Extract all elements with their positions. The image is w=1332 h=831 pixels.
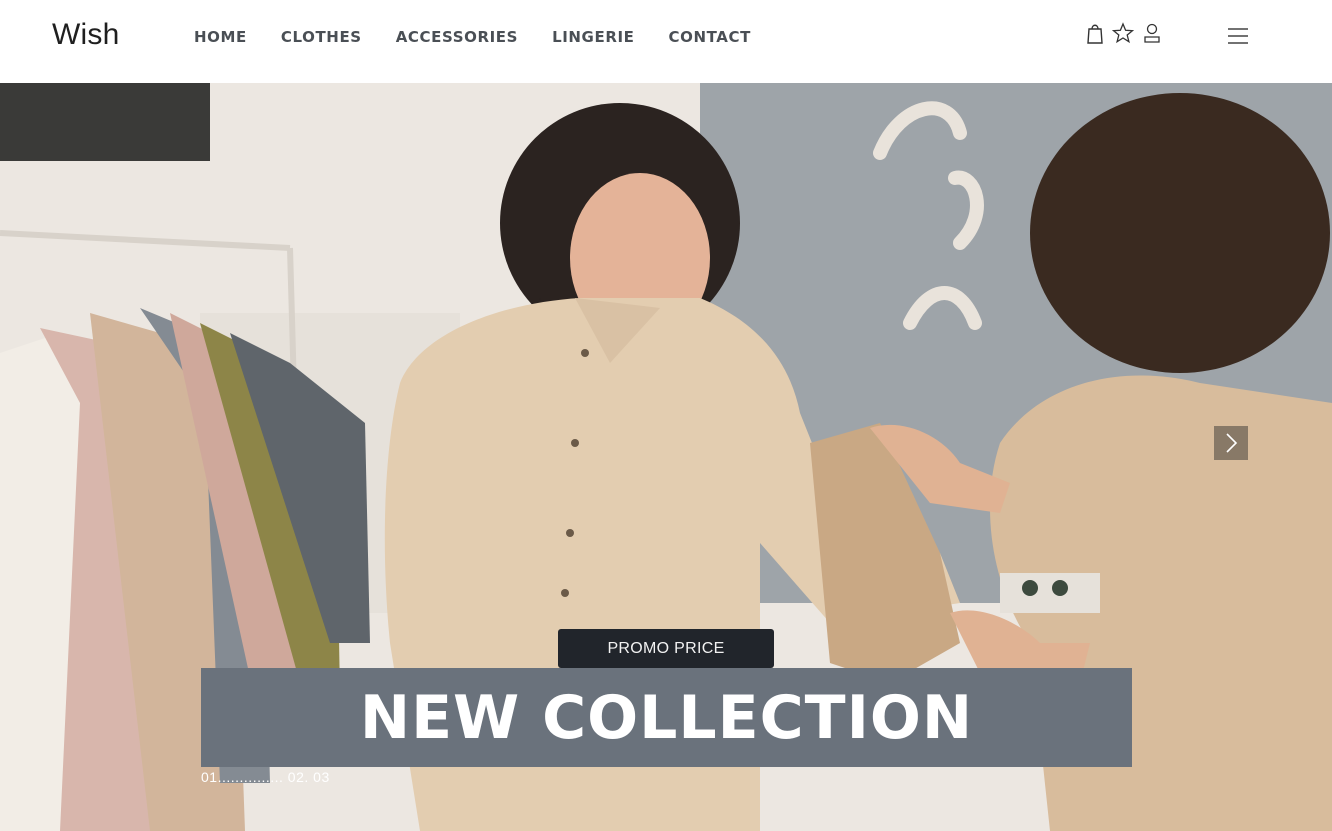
chevron-right-icon [1226, 433, 1238, 453]
shopping-bag-icon[interactable] [1086, 22, 1104, 44]
promo-badge[interactable]: PROMO PRICE [558, 629, 774, 668]
slider-next-button[interactable] [1214, 426, 1248, 460]
star-icon[interactable] [1112, 22, 1134, 44]
slider-pagination[interactable]: 01............... 02. 03 [201, 769, 330, 785]
main-nav: HOME CLOTHES ACCESSORIES LINGERIE CONTAC… [194, 28, 785, 46]
nav-accessories[interactable]: ACCESSORIES [396, 28, 518, 46]
hero-headline-banner: NEW COLLECTION [201, 668, 1132, 767]
hero-headline: NEW COLLECTION [359, 682, 974, 753]
header-icons [1086, 22, 1162, 44]
hero-slider: PROMO PRICE NEW COLLECTION 01...........… [0, 83, 1332, 831]
nav-clothes[interactable]: CLOTHES [281, 28, 362, 46]
nav-home[interactable]: HOME [194, 28, 247, 46]
hamburger-menu-icon[interactable] [1226, 24, 1250, 48]
user-icon[interactable] [1142, 22, 1162, 44]
site-logo[interactable]: Wish [52, 18, 119, 52]
site-header: Wish HOME CLOTHES ACCESSORIES LINGERIE C… [0, 0, 1332, 83]
nav-lingerie[interactable]: LINGERIE [552, 28, 634, 46]
nav-contact[interactable]: CONTACT [669, 28, 751, 46]
